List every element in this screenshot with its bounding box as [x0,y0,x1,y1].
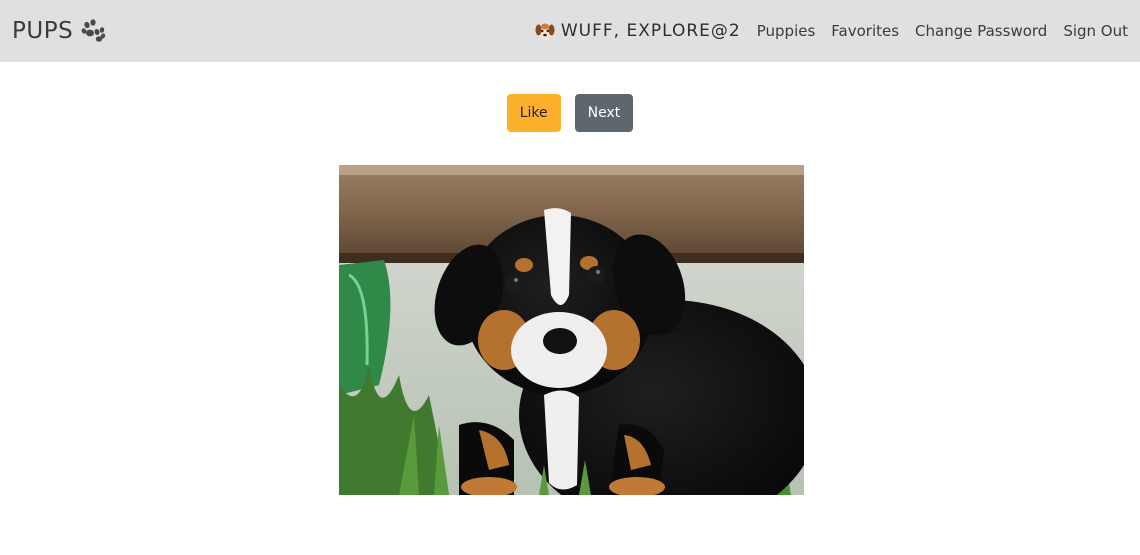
user-greeting: WUFF, EXPLORE@2 [535,21,741,41]
nav-link-sign-out[interactable]: Sign Out [1063,22,1128,40]
like-button[interactable]: Like [506,94,561,132]
puppy-photo [339,165,804,495]
paw-icon [81,19,107,43]
brand-text: PUPS [12,18,74,44]
brand-link[interactable]: PUPS [12,18,107,44]
greeting-text: WUFF, EXPLORE@2 [560,21,741,41]
nav-link-change-password[interactable]: Change Password [915,22,1047,40]
action-buttons: Like Next [0,94,1140,132]
nav-right: WUFF, EXPLORE@2 Puppies Favorites Change… [535,21,1128,41]
navbar: PUPS WUFF, EXPLORE@2 Puppies Favorites C… [0,0,1140,62]
nav-link-favorites[interactable]: Favorites [831,22,899,40]
next-button[interactable]: Next [574,94,634,132]
nav-link-puppies[interactable]: Puppies [757,22,816,40]
puppy-face-icon [535,21,555,41]
